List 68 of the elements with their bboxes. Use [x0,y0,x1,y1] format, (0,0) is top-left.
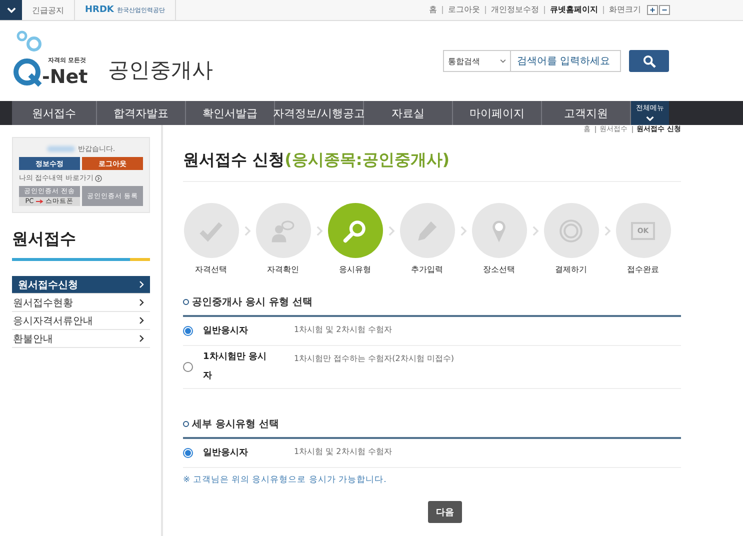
coin-icon [559,218,583,242]
top-link[interactable]: 로그아웃 [442,6,485,14]
chevron-icon [316,226,322,236]
nav-item[interactable]: 원서접수 [12,101,97,125]
arrow-circle-icon[interactable] [95,174,102,182]
site-title: 공인중개사 [108,57,213,84]
step-label: 응시유형 [339,264,371,275]
bullet-icon [183,299,189,305]
chevron-icon [139,317,144,324]
arrow-icon [36,198,44,204]
section-title: 공인중개사 응시 유형 선택 [192,296,312,309]
caret-icon [500,59,506,63]
step-label: 자격확인 [267,264,299,275]
chevron-icon [532,226,538,236]
radio-button[interactable] [183,448,193,458]
chevron-icon [244,226,250,236]
option-description: 1차시험 및 2차시험 수험자 [294,446,392,458]
sidebar-item[interactable]: 환불안내 [12,330,150,348]
option-description: 1차시험 및 2차시험 수험자 [294,324,392,336]
step-label: 접수완료 [627,264,659,275]
person-speech-icon [271,218,295,242]
chevron-icon [139,299,144,306]
search-field[interactable]: 검색어를 입력하세요 [511,50,621,72]
option-description: 1차시험만 접수하는 수험자(2차시험 미접수) [294,353,454,365]
nav-item[interactable]: 마이페이지 [453,101,542,125]
option-label: 1차시험만 응시자 [203,351,268,383]
chevron-down-icon [6,7,16,13]
sidebar-item[interactable]: 원서접수현황 [12,294,150,312]
top-link[interactable]: 홈 [424,6,442,14]
chevron-icon [460,226,466,236]
step-label: 결제하기 [555,264,587,275]
search-scope-dropdown[interactable]: 통합검색 [443,50,511,72]
chevron-icon [139,281,144,288]
bullet-icon [183,421,189,427]
menu-button[interactable] [0,0,22,20]
radio-button[interactable] [183,362,193,372]
search-icon [343,218,367,242]
chevron-down-icon [646,116,654,121]
nav-item[interactable]: 확인서발급 [186,101,275,125]
top-link[interactable]: 큐넷홈페이지 [544,6,603,14]
nav-item[interactable]: 자격정보/시행공고 [275,101,364,125]
next-button[interactable]: 다음 [428,501,462,523]
chevron-icon [604,226,610,236]
option-label: 일반응시자 [203,446,249,460]
nav-item[interactable]: 합격자발표 [97,101,186,125]
radio-button[interactable] [183,326,193,336]
step-label: 장소선택 [483,264,515,275]
sidebar-title: 원서접수 [12,229,77,250]
sidebar-item[interactable]: 원서접수신청 [12,276,150,294]
blurred-name [46,146,75,152]
top-link[interactable]: 개인정보수정 [485,6,544,14]
section-title: 세부 응시유형 선택 [192,418,279,431]
option-label: 일반응시자 [203,324,249,338]
nav-item[interactable]: 자료실 [364,101,453,125]
nav-item[interactable]: 고객지원 [542,101,631,125]
top-link[interactable]: 화면크기 [603,6,646,14]
notice-text: ※ 고객님은 위의 응시유형으로 응시가 가능합니다. [183,474,388,486]
sidebar-item[interactable]: 응시자격서류안내 [12,312,150,330]
zoom-button[interactable]: + [647,5,658,15]
zoom-button[interactable]: − [659,5,670,15]
chevron-icon [139,335,144,342]
top-link[interactable]: 긴급공지 [22,0,75,20]
chevron-icon [388,226,394,236]
step-label: 자격선택 [195,264,227,275]
search-icon [642,54,656,68]
page-title: 원서접수 신청(응시종목:공인중개사) [183,150,681,182]
step-label: 추가입력 [411,264,443,275]
search-button[interactable] [629,50,669,72]
